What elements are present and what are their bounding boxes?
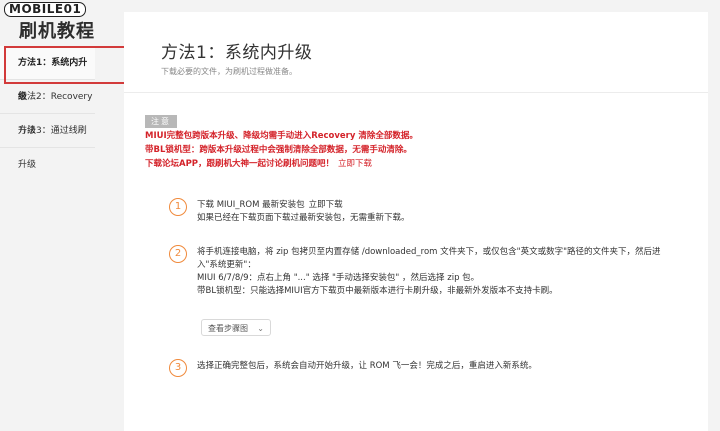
notice-line-2: 带BL锁机型：跨版本升级过程中会强制清除全部数据，无需手动清除。 (145, 145, 412, 155)
highlight-annotation-box (4, 46, 132, 84)
step-number-2: 2 (169, 245, 187, 263)
notice-line-1: MIUI完整包跨版本升级、降级均需手动进入Recovery 清除全部数据。 (145, 131, 418, 141)
notice-tag: 注意 (145, 115, 177, 128)
step-number-3: 3 (169, 359, 187, 377)
step-2-line-2: MIUI 6/7/8/9：点右上角 "..." 选择 "手动选择安装包" ，然后… (197, 273, 480, 283)
download-app-link[interactable]: 立即下载 (338, 159, 372, 169)
page-subtitle: 下载必要的文件，为刷机过程做准备。 (161, 67, 297, 76)
view-steps-label: 查看步骤图 (208, 324, 248, 333)
step-1-line-1: 下载 MIUI_ROM 最新安装包 立即下载 (197, 199, 667, 212)
page-header: 方法1：系统内升级 下载必要的文件，为刷机过程做准备。 (124, 12, 708, 93)
sidebar: MOBILE01 刷机教程 方法1：系统内升级 方法2：Recovery 升级 … (0, 0, 136, 431)
view-steps-dropdown[interactable]: 查看步骤图 ⌄ (201, 319, 271, 336)
chevron-down-icon: ⌄ (257, 324, 264, 333)
notice-block: MIUI完整包跨版本升级、降级均需手动进入Recovery 清除全部数据。 带B… (145, 129, 665, 171)
step-2-line-3: 带BL锁机型：只能选择MIUI官方下载页中最新版本进行卡刷升级，非最新外发版本不… (197, 286, 558, 296)
step-1-line-1-text: 下载 MIUI_ROM 最新安装包 (197, 200, 305, 210)
download-rom-link[interactable]: 立即下载 (309, 200, 343, 210)
step-3-text: 选择正确完整包后，系统会自动开始升级，让 ROM 飞一会！完成之后，重启进入新系… (197, 360, 667, 373)
step-3-line-1: 选择正确完整包后，系统会自动开始升级，让 ROM 飞一会！完成之后，重启进入新系… (197, 361, 537, 371)
page-title: 方法1：系统内升级 (161, 43, 313, 63)
step-2-line-1: 将手机连接电脑，将 zip 包拷贝至内置存储 /downloaded_rom 文… (197, 247, 661, 270)
step-1-line-2: 如果已经在下载页面下载过最新安装包，无需重新下载。 (197, 213, 410, 223)
step-number-1: 1 (169, 198, 187, 216)
main-content: 方法1：系统内升级 下载必要的文件，为刷机过程做准备。 注意 MIUI完整包跨版… (124, 12, 708, 431)
notice-line-3-text: 下载论坛APP，跟刷机大神一起讨论刷机问题吧！ (145, 159, 335, 169)
step-1-text: 下载 MIUI_ROM 最新安装包 立即下载 如果已经在下载页面下载过最新安装包，… (197, 199, 667, 225)
sidebar-item-method3[interactable]: 方法3：通过线刷升级 (0, 114, 95, 170)
watermark-logo: MOBILE01 (4, 2, 87, 17)
notice-line-3: 下载论坛APP，跟刷机大神一起讨论刷机问题吧！ 立即下载 (145, 157, 665, 171)
step-2-text: 将手机连接电脑，将 zip 包拷贝至内置存储 /downloaded_rom 文… (197, 246, 667, 298)
sidebar-title: 刷机教程 (19, 21, 95, 42)
sidebar-item-method2[interactable]: 方法2：Recovery 升级 (0, 80, 95, 136)
